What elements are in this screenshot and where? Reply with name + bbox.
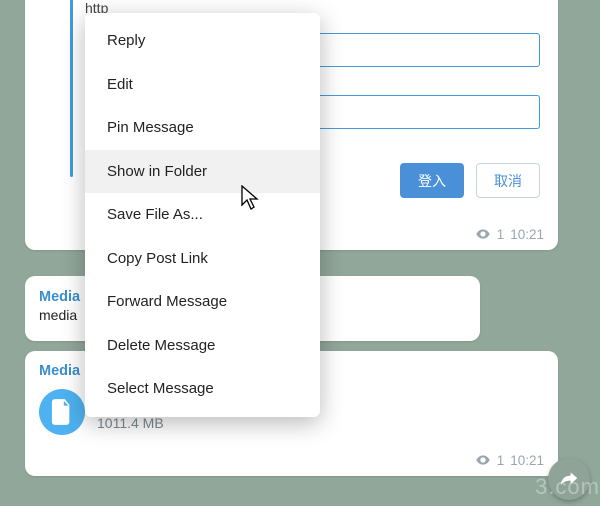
- views-icon: [475, 226, 491, 242]
- file-size: 1011.4 MB: [97, 415, 164, 431]
- watermark-text: 3.com: [535, 474, 600, 500]
- context-menu-item-forward-message[interactable]: Forward Message: [85, 280, 320, 324]
- context-menu-item-select-message[interactable]: Select Message: [85, 367, 320, 411]
- login-button-label: 登入: [418, 171, 446, 191]
- cancel-button-label: 取消: [494, 171, 522, 191]
- context-menu-item-reply[interactable]: Reply: [85, 19, 320, 63]
- message-meta: 1 10:21: [475, 452, 544, 468]
- context-menu: ReplyEditPin MessageShow in FolderSave F…: [85, 13, 320, 417]
- views-count: 1: [497, 227, 505, 242]
- context-menu-item-copy-post-link[interactable]: Copy Post Link: [85, 237, 320, 281]
- context-menu-item-edit[interactable]: Edit: [85, 63, 320, 107]
- sender-name: Media: [39, 289, 80, 305]
- message-meta: 1 10:21: [475, 226, 544, 242]
- message-time: 10:21: [510, 453, 544, 468]
- context-menu-item-show-in-folder[interactable]: Show in Folder: [85, 150, 320, 194]
- context-menu-item-save-file-as[interactable]: Save File As...: [85, 193, 320, 237]
- quote-bar: [70, 0, 73, 177]
- file-icon: [51, 399, 73, 425]
- cancel-button[interactable]: 取消: [476, 163, 540, 198]
- login-button[interactable]: 登入: [400, 163, 464, 198]
- file-download-button[interactable]: [39, 389, 85, 435]
- views-count: 1: [497, 453, 505, 468]
- context-menu-item-delete-message[interactable]: Delete Message: [85, 324, 320, 368]
- message-time: 10:21: [510, 227, 544, 242]
- views-icon: [475, 452, 491, 468]
- context-menu-item-pin-message[interactable]: Pin Message: [85, 106, 320, 150]
